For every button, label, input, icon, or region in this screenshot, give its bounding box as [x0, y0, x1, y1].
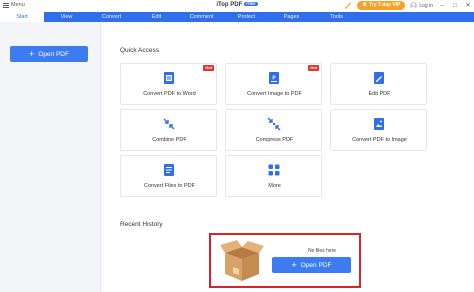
ribbon-tabs: Start View Convert Edit Comment Protect … [0, 12, 474, 22]
more-icon [268, 164, 280, 176]
login-button[interactable]: Log in [410, 2, 433, 9]
card-label: Convert PDF to Word [143, 91, 196, 97]
close-icon[interactable]: ✕ [464, 2, 472, 10]
titlebar-actions: ♛ Try 7-day VIP Log in – □ ✕ [344, 1, 472, 10]
card-image-to-pdf[interactable]: P Convert Image to PDF Hot [225, 63, 322, 105]
svg-text:W: W [167, 76, 172, 82]
card-more[interactable]: More [225, 155, 322, 197]
card-label: Combine PDF [152, 137, 187, 143]
card-label: Convert Image to PDF [247, 91, 302, 97]
open-pdf-button[interactable]: + Open PDF [10, 46, 88, 62]
files-to-pdf-icon [164, 164, 174, 176]
tab-comment[interactable]: Comment [179, 12, 224, 22]
card-combine-pdf[interactable]: Combine PDF [120, 109, 217, 151]
card-edit-pdf[interactable]: Edit PDF [330, 63, 427, 105]
card-label: Convert Files to PDF [143, 183, 196, 189]
tab-view[interactable]: View [44, 12, 89, 22]
theme-brush-icon[interactable] [344, 1, 352, 10]
compress-pdf-icon [267, 117, 281, 131]
image-to-pdf-icon: P [269, 72, 279, 84]
plus-icon: + [29, 48, 35, 59]
quick-access-title: Quick Access [120, 47, 160, 54]
title-bar: Menu iTop PDF FREE ♛ Try 7-day VIP Log in… [0, 0, 474, 12]
free-badge: FREE [244, 2, 258, 7]
tab-pages[interactable]: Pages [269, 12, 314, 22]
crown-icon: ♛ [362, 2, 367, 8]
card-compress-pdf[interactable]: Compress PDF [225, 109, 322, 151]
recent-history-panel: No files here + Open PDF [209, 233, 361, 288]
sidebar: + Open PDF [0, 22, 100, 292]
card-files-to-pdf[interactable]: Convert Files to PDF [120, 155, 217, 197]
card-label: Edit PDF [368, 91, 391, 97]
open-pdf-label: Open PDF [38, 50, 69, 58]
pdf-to-image-icon [374, 118, 384, 130]
edit-pdf-icon [374, 72, 384, 84]
open-pdf-label: Open PDF [300, 261, 332, 269]
card-pdf-to-word[interactable]: W Convert PDF to Word Hot [120, 63, 217, 105]
hot-badge: Hot [203, 65, 214, 71]
tab-convert[interactable]: Convert [89, 12, 134, 22]
app-title-text: iTop PDF [216, 2, 243, 8]
login-label: Log in [419, 2, 433, 9]
empty-box-icon [220, 240, 264, 281]
tab-start[interactable]: Start [0, 12, 44, 22]
card-label: Compress PDF [255, 137, 294, 143]
plus-icon: + [291, 259, 297, 270]
combine-pdf-icon [163, 118, 175, 130]
tab-tools[interactable]: Tools [314, 12, 359, 22]
tab-protect[interactable]: Protect [224, 12, 269, 22]
pdf-to-word-icon: W [164, 72, 174, 84]
recent-history-title: Recent History [120, 221, 163, 228]
recent-open-pdf-button[interactable]: + Open PDF [272, 257, 351, 273]
try-vip-button[interactable]: ♛ Try 7-day VIP [357, 1, 406, 10]
empty-state-text: No files here [307, 248, 337, 254]
vip-label: Try 7-day VIP [368, 2, 401, 8]
hot-badge: Hot [308, 65, 319, 71]
card-label: Convert PDF to Image [352, 137, 407, 143]
avatar-icon [410, 2, 418, 9]
maximize-icon[interactable]: □ [451, 2, 459, 10]
card-label: More [268, 183, 281, 189]
card-pdf-to-image[interactable]: Convert PDF to Image [330, 109, 427, 151]
main-panel: Quick Access W Convert PDF to Word Hot P… [100, 22, 474, 292]
tab-edit[interactable]: Edit [134, 12, 179, 22]
minimize-icon[interactable]: – [438, 2, 446, 10]
